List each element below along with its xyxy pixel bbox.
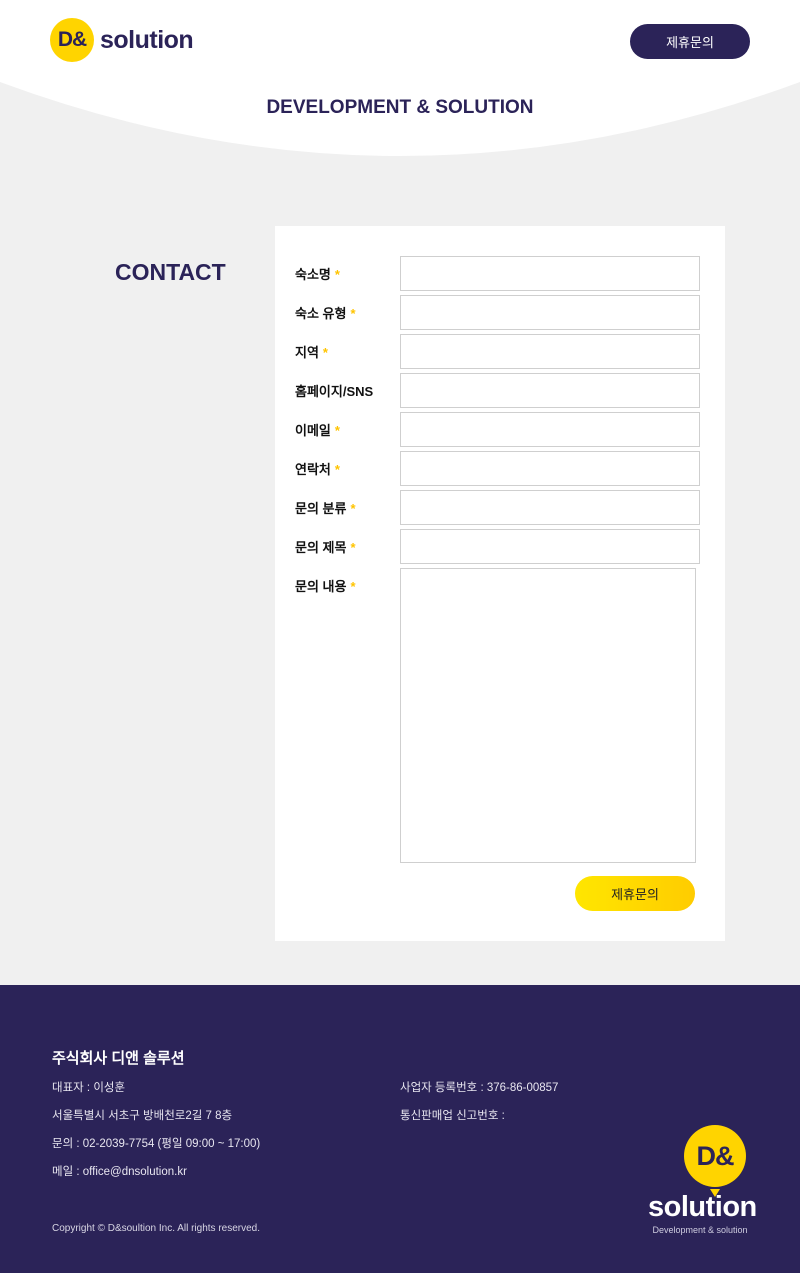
field-label: 문의 내용 * xyxy=(295,579,356,594)
site-header: D& solution 제휴문의 DEVELOPMENT & SOLUTION xyxy=(0,0,800,160)
accommodation-type-input[interactable] xyxy=(400,295,700,330)
email-info: 메일 : office@dnsolution.kr xyxy=(52,1166,187,1178)
copyright: Copyright © D&soultion Inc. All rights r… xyxy=(52,1223,261,1234)
submit-inquiry-button[interactable]: 제휴문의 xyxy=(575,876,695,911)
field-label: 숙소명 * xyxy=(295,267,340,282)
required-mark: * xyxy=(334,423,340,438)
phone-input[interactable] xyxy=(400,451,700,486)
footer-logo: D& solution Development & solution xyxy=(648,1125,757,1237)
region-input[interactable] xyxy=(400,334,700,369)
required-mark: * xyxy=(350,306,356,321)
form-row-inquiry-category: 문의 분류 * xyxy=(295,490,700,525)
accommodation-name-input[interactable] xyxy=(400,256,700,291)
required-mark: * xyxy=(350,540,356,555)
partnership-inquiry-button[interactable]: 제휴문의 xyxy=(630,24,750,59)
form-row-email: 이메일 * xyxy=(295,412,700,447)
email-input[interactable] xyxy=(400,412,700,447)
address-info: 서울특별시 서초구 방배천로2길 7 8층 xyxy=(52,1110,233,1122)
form-row-inquiry-subject: 문의 제목 * xyxy=(295,529,700,564)
phone-info: 문의 : 02-2039-7754 (평일 09:00 ~ 17:00) xyxy=(52,1138,261,1150)
field-label: 지역 * xyxy=(295,345,328,360)
field-label: 문의 분류 * xyxy=(295,501,356,516)
field-label: 숙소 유형 * xyxy=(295,306,356,321)
footer-logo-subtitle: Development & solution xyxy=(652,1225,748,1235)
footer-logo-wordmark: solution xyxy=(648,1191,757,1223)
field-label: 연락처 * xyxy=(295,462,340,477)
inquiry-category-input[interactable] xyxy=(400,490,700,525)
required-mark: * xyxy=(350,501,356,516)
ecommerce-number: 통신판매업 신고번호 : xyxy=(400,1110,505,1122)
tagline: DEVELOPMENT & SOLUTION xyxy=(266,97,534,118)
required-mark: * xyxy=(334,462,340,477)
required-mark: * xyxy=(334,267,340,282)
site-footer: 주식회사 디앤 솔루션 대표자 : 이성훈 서울특별시 서초구 방배천로2길 7… xyxy=(0,985,800,1273)
form-row-accommodation-type: 숙소 유형 * xyxy=(295,295,700,330)
ceo-info: 대표자 : 이성훈 xyxy=(52,1082,126,1094)
site-logo[interactable]: D& solution xyxy=(50,18,194,62)
form-row-region: 지역 * xyxy=(295,334,700,369)
contact-form: 숙소명 * 숙소 유형 * 지역 * 홈페이지/SNS 이메일 * 연락처 * 문의 분류… xyxy=(275,226,725,941)
logo-mark: D& xyxy=(50,18,94,62)
field-label: 홈페이지/SNS xyxy=(295,384,374,399)
contact-title: CONTACT xyxy=(115,259,226,285)
required-mark: * xyxy=(322,345,328,360)
logo-wordmark: solution xyxy=(100,25,194,54)
form-row-accommodation-name: 숙소명 * xyxy=(295,256,700,291)
business-number: 사업자 등록번호 : 376-86-00857 xyxy=(400,1082,559,1094)
form-row-homepage: 홈페이지/SNS xyxy=(295,373,700,408)
inquiry-subject-input[interactable] xyxy=(400,529,700,564)
field-label: 문의 제목 * xyxy=(295,540,356,555)
required-mark: * xyxy=(350,579,356,594)
form-row-inquiry-content: 문의 내용 * xyxy=(295,568,696,863)
company-name: 주식회사 디앤 솔루션 xyxy=(52,1050,185,1067)
homepage-sns-input[interactable] xyxy=(400,373,700,408)
footer-logo-mark: D& xyxy=(684,1125,746,1187)
field-label: 이메일 * xyxy=(295,423,340,438)
form-row-phone: 연락처 * xyxy=(295,451,700,486)
inquiry-content-textarea[interactable] xyxy=(400,568,696,863)
